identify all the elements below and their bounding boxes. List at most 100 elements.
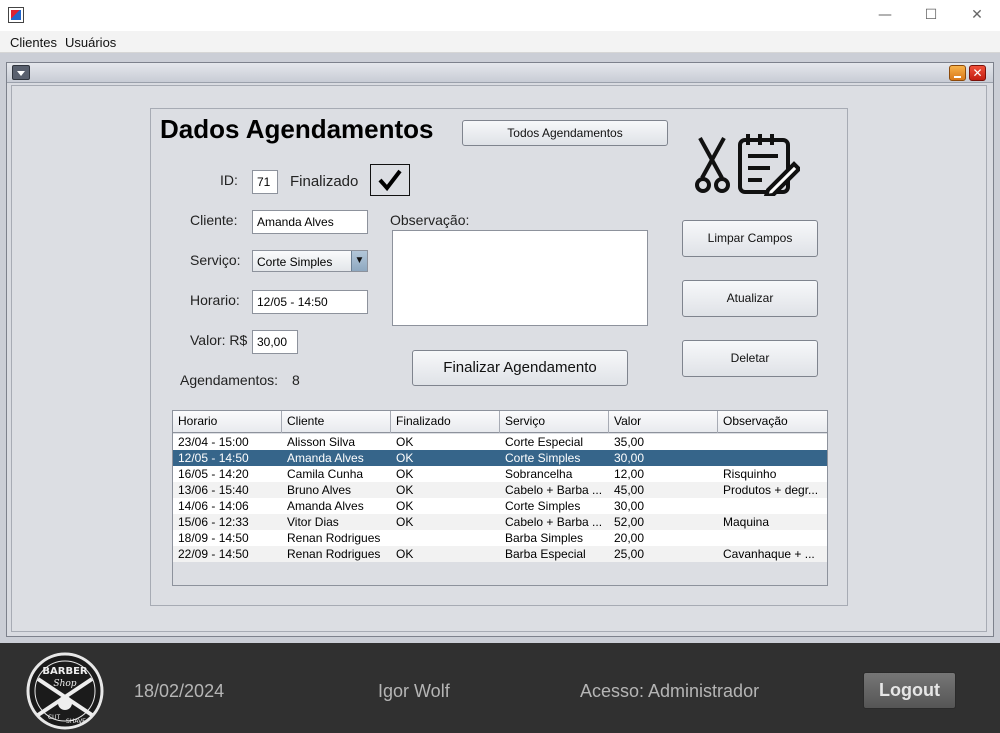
logo-bottom-right-text: SHAVE xyxy=(66,718,86,725)
finalizado-label: Finalizado xyxy=(290,173,359,190)
table-row[interactable]: 14/06 - 14:06 Amanda Alves OK Corte Simples… xyxy=(173,498,827,514)
table-row[interactable]: 13/06 - 15:40 Bruno Alves OK Cabelo + Barba… xyxy=(173,482,827,498)
cell-finalizado: OK xyxy=(396,467,414,481)
menu-usuarios[interactable]: Usuários xyxy=(65,35,116,50)
cell-servico: Sobrancelha xyxy=(505,467,573,481)
table-row[interactable]: 18/09 - 14:50 Renan Rodrigues Barba Simple… xyxy=(173,530,827,546)
cell-horario: 22/09 - 14:50 xyxy=(178,547,249,561)
scissors-icon xyxy=(695,137,730,193)
cell-finalizado: OK xyxy=(396,515,414,529)
cell-cliente: Renan Rodrigues xyxy=(287,547,381,561)
cell-cliente: Amanda Alves xyxy=(287,499,364,513)
logo-script-text: Shop xyxy=(53,679,76,689)
footer-user: Igor Wolf xyxy=(378,681,450,701)
column-header-finalizado[interactable]: Finalizado xyxy=(391,411,500,433)
cell-finalizado: OK xyxy=(396,451,414,465)
column-header-horario[interactable]: Horario xyxy=(173,411,282,433)
cell-finalizado: OK xyxy=(396,483,414,497)
table-row[interactable]: 12/05 - 14:50 Amanda Alves OK Corte Simples… xyxy=(173,450,827,466)
table-row[interactable]: 23/04 - 15:00 Alisson Silva OK Corte Especi… xyxy=(173,434,827,450)
checkmark-icon xyxy=(378,169,402,192)
agendamentos-count-value: 8 xyxy=(292,372,300,388)
frame-minimize-icon[interactable] xyxy=(949,65,966,81)
close-button[interactable]: ✕ xyxy=(962,5,992,25)
servico-select[interactable]: Corte Simples ▼ xyxy=(252,250,368,272)
observacao-label: Observação: xyxy=(390,212,470,228)
cell-observacao xyxy=(718,530,827,546)
cell-servico: Corte Simples xyxy=(505,499,581,513)
cell-finalizado: OK xyxy=(396,435,414,449)
cell-cliente: Amanda Alves xyxy=(287,451,364,465)
cell-cliente: Camila Cunha xyxy=(287,467,364,481)
menubar: Clientes Usuários xyxy=(0,31,1000,53)
cell-horario: 18/09 - 14:50 xyxy=(178,531,249,545)
todos-agendamentos-button[interactable]: Todos Agendamentos xyxy=(462,120,668,146)
cell-valor: 30,00 xyxy=(614,499,645,513)
cell-horario: 13/06 - 15:40 xyxy=(178,483,249,497)
table-row[interactable]: 15/06 - 12:33 Vitor Dias OK Cabelo + Barba … xyxy=(173,514,827,530)
agendamentos-table[interactable]: Horario Cliente Finalizado Serviço Valor… xyxy=(172,410,828,586)
column-header-cliente[interactable]: Cliente xyxy=(282,411,391,433)
cell-valor: 45,00 xyxy=(614,483,645,497)
cell-observacao: Maquina xyxy=(723,515,770,529)
cell-horario: 12/05 - 14:50 xyxy=(178,451,249,465)
cell-valor: 30,00 xyxy=(614,451,645,465)
cell-servico: Corte Especial xyxy=(505,435,584,449)
table-row[interactable]: 16/05 - 14:20 Camila Cunha OK Sobrancelha 12… xyxy=(173,466,827,482)
table-row[interactable]: 22/09 - 14:50 Renan Rodrigues OK Barba Espe… xyxy=(173,546,827,562)
maximize-button[interactable]: ☐ xyxy=(916,5,946,25)
scissors-notepad-icon xyxy=(695,134,800,196)
cell-finalizado: OK xyxy=(396,547,414,561)
notepad-pen-icon xyxy=(738,134,800,196)
minimize-button[interactable]: — xyxy=(870,5,900,25)
cell-valor: 35,00 xyxy=(614,435,645,449)
agendamentos-count-label: Agendamentos: xyxy=(180,372,279,388)
cliente-field[interactable]: Amanda Alves xyxy=(252,210,368,234)
barber-shop-logo: BARBER Shop CUT SHAVE xyxy=(26,652,104,730)
finalizar-agendamento-button[interactable]: Finalizar Agendamento xyxy=(412,350,628,386)
id-label: ID: xyxy=(220,172,238,188)
column-header-valor[interactable]: Valor xyxy=(609,411,718,433)
cell-observacao xyxy=(718,450,827,466)
cell-valor: 52,00 xyxy=(614,515,645,529)
atualizar-button[interactable]: Atualizar xyxy=(682,280,818,317)
horario-label: Horario: xyxy=(190,292,240,308)
cell-observacao xyxy=(718,434,827,450)
cliente-label: Cliente: xyxy=(190,212,238,228)
window-titlebar: — ☐ ✕ xyxy=(0,0,1000,31)
id-field[interactable]: 71 xyxy=(252,170,278,194)
logout-button[interactable]: Logout xyxy=(863,672,956,709)
valor-label: Valor: R$ xyxy=(190,332,248,348)
cell-servico: Corte Simples xyxy=(505,451,581,465)
table-body: 23/04 - 15:00 Alisson Silva OK Corte Especi… xyxy=(173,434,827,562)
servico-label: Serviço: xyxy=(190,252,241,268)
limpar-campos-button[interactable]: Limpar Campos xyxy=(682,220,818,257)
app-icon xyxy=(8,7,24,23)
cell-observacao: Produtos + degr... xyxy=(723,483,819,497)
horario-field[interactable]: 12/05 - 14:50 xyxy=(252,290,368,314)
cell-horario: 15/06 - 12:33 xyxy=(178,515,249,529)
observacao-textarea[interactable] xyxy=(392,230,648,326)
dropdown-arrow-icon[interactable]: ▼ xyxy=(351,251,367,271)
cell-valor: 20,00 xyxy=(614,531,645,545)
cell-observacao: Cavanhaque + ... xyxy=(723,547,815,561)
cell-valor: 25,00 xyxy=(614,547,645,561)
menu-clientes[interactable]: Clientes xyxy=(10,35,57,50)
page-title: Dados Agendamentos xyxy=(160,114,434,144)
cell-servico: Cabelo + Barba ... xyxy=(505,515,603,529)
finalizado-checkbox[interactable] xyxy=(370,164,410,196)
frame-close-icon[interactable]: ✕ xyxy=(969,65,986,81)
deletar-button[interactable]: Deletar xyxy=(682,340,818,377)
column-header-observacao[interactable]: Observação xyxy=(718,411,827,433)
footer-date: 18/02/2024 xyxy=(134,681,225,701)
cell-servico: Cabelo + Barba ... xyxy=(505,483,603,497)
cell-valor: 12,00 xyxy=(614,467,645,481)
logo-top-text: BARBER xyxy=(42,666,88,677)
column-header-servico[interactable]: Serviço xyxy=(500,411,609,433)
frame-menu-icon[interactable] xyxy=(12,65,30,80)
cell-cliente: Renan Rodrigues xyxy=(287,531,381,545)
cell-finalizado: OK xyxy=(396,499,414,513)
valor-field[interactable]: 30,00 xyxy=(252,330,298,354)
cell-cliente: Vitor Dias xyxy=(287,515,339,529)
cell-observacao: Risquinho xyxy=(723,467,777,481)
